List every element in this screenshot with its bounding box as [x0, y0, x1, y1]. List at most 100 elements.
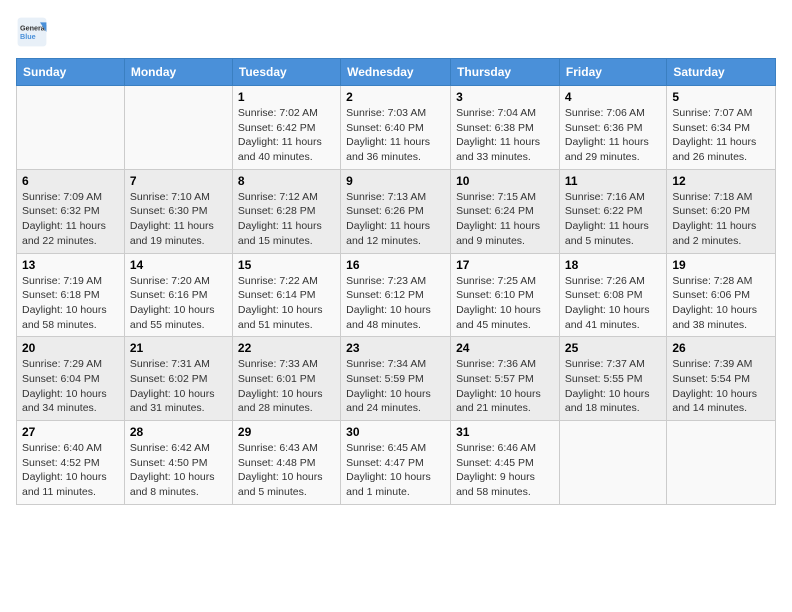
day-number: 11 [565, 174, 661, 188]
day-info: Sunrise: 7:09 AM Sunset: 6:32 PM Dayligh… [22, 190, 119, 249]
day-number: 6 [22, 174, 119, 188]
weekday-header: Thursday [451, 59, 560, 86]
calendar-cell: 24 Sunrise: 7:36 AM Sunset: 5:57 PM Dayli… [451, 337, 560, 421]
day-number: 19 [672, 258, 770, 272]
day-number: 28 [130, 425, 227, 439]
day-info: Sunrise: 6:45 AM Sunset: 4:47 PM Dayligh… [346, 441, 445, 500]
day-number: 12 [672, 174, 770, 188]
calendar-cell: 10 Sunrise: 7:15 AM Sunset: 6:24 PM Dayli… [451, 169, 560, 253]
day-number: 27 [22, 425, 119, 439]
calendar-cell: 26 Sunrise: 7:39 AM Sunset: 5:54 PM Dayli… [667, 337, 776, 421]
day-number: 13 [22, 258, 119, 272]
day-info: Sunrise: 7:26 AM Sunset: 6:08 PM Dayligh… [565, 274, 661, 333]
weekday-header: Tuesday [232, 59, 340, 86]
calendar-cell: 21 Sunrise: 7:31 AM Sunset: 6:02 PM Dayli… [124, 337, 232, 421]
day-number: 18 [565, 258, 661, 272]
calendar-cell: 18 Sunrise: 7:26 AM Sunset: 6:08 PM Dayli… [559, 253, 666, 337]
calendar-cell: 15 Sunrise: 7:22 AM Sunset: 6:14 PM Dayli… [232, 253, 340, 337]
calendar-week-row: 6 Sunrise: 7:09 AM Sunset: 6:32 PM Daylig… [17, 169, 776, 253]
calendar-week-row: 27 Sunrise: 6:40 AM Sunset: 4:52 PM Dayli… [17, 421, 776, 505]
day-info: Sunrise: 7:04 AM Sunset: 6:38 PM Dayligh… [456, 106, 554, 165]
day-info: Sunrise: 7:02 AM Sunset: 6:42 PM Dayligh… [238, 106, 335, 165]
calendar-week-row: 1 Sunrise: 7:02 AM Sunset: 6:42 PM Daylig… [17, 86, 776, 170]
calendar-cell: 29 Sunrise: 6:43 AM Sunset: 4:48 PM Dayli… [232, 421, 340, 505]
calendar-cell: 28Sunrise: 6:42 AM Sunset: 4:50 PM Dayli… [124, 421, 232, 505]
day-number: 25 [565, 341, 661, 355]
calendar-cell: 27 Sunrise: 6:40 AM Sunset: 4:52 PM Dayli… [17, 421, 125, 505]
calendar-cell: 19 Sunrise: 7:28 AM Sunset: 6:06 PM Dayli… [667, 253, 776, 337]
day-info: Sunrise: 7:33 AM Sunset: 6:01 PM Dayligh… [238, 357, 335, 416]
day-number: 26 [672, 341, 770, 355]
calendar-cell: 8 Sunrise: 7:12 AM Sunset: 6:28 PM Daylig… [232, 169, 340, 253]
calendar-cell: 14 Sunrise: 7:20 AM Sunset: 6:16 PM Dayli… [124, 253, 232, 337]
calendar-body: 1 Sunrise: 7:02 AM Sunset: 6:42 PM Daylig… [17, 86, 776, 505]
day-number: 16 [346, 258, 445, 272]
calendar-cell [17, 86, 125, 170]
day-info: Sunrise: 7:03 AM Sunset: 6:40 PM Dayligh… [346, 106, 445, 165]
day-info: Sunrise: 7:22 AM Sunset: 6:14 PM Dayligh… [238, 274, 335, 333]
day-info: Sunrise: 6:40 AM Sunset: 4:52 PM Dayligh… [22, 441, 119, 500]
calendar-cell: 4 Sunrise: 7:06 AM Sunset: 6:36 PM Daylig… [559, 86, 666, 170]
day-number: 15 [238, 258, 335, 272]
day-number: 5 [672, 90, 770, 104]
page-header: General Blue [16, 16, 776, 48]
day-info: Sunrise: 7:16 AM Sunset: 6:22 PM Dayligh… [565, 190, 661, 249]
calendar-cell: 13 Sunrise: 7:19 AM Sunset: 6:18 PM Dayli… [17, 253, 125, 337]
day-info: Sunrise: 7:12 AM Sunset: 6:28 PM Dayligh… [238, 190, 335, 249]
calendar-cell: 3Sunrise: 7:04 AM Sunset: 6:38 PM Daylig… [451, 86, 560, 170]
calendar-cell: 6 Sunrise: 7:09 AM Sunset: 6:32 PM Daylig… [17, 169, 125, 253]
calendar-cell: 23 Sunrise: 7:34 AM Sunset: 5:59 PM Dayli… [341, 337, 451, 421]
day-number: 4 [565, 90, 661, 104]
day-info: Sunrise: 7:39 AM Sunset: 5:54 PM Dayligh… [672, 357, 770, 416]
calendar-cell: 12 Sunrise: 7:18 AM Sunset: 6:20 PM Dayli… [667, 169, 776, 253]
day-info: Sunrise: 7:13 AM Sunset: 6:26 PM Dayligh… [346, 190, 445, 249]
day-number: 17 [456, 258, 554, 272]
day-number: 23 [346, 341, 445, 355]
day-number: 24 [456, 341, 554, 355]
calendar-cell: 20Sunrise: 7:29 AM Sunset: 6:04 PM Dayli… [17, 337, 125, 421]
day-info: Sunrise: 7:19 AM Sunset: 6:18 PM Dayligh… [22, 274, 119, 333]
calendar-cell [667, 421, 776, 505]
day-number: 7 [130, 174, 227, 188]
day-info: Sunrise: 7:15 AM Sunset: 6:24 PM Dayligh… [456, 190, 554, 249]
day-number: 9 [346, 174, 445, 188]
calendar-cell: 22 Sunrise: 7:33 AM Sunset: 6:01 PM Dayli… [232, 337, 340, 421]
calendar-cell: 17 Sunrise: 7:25 AM Sunset: 6:10 PM Dayli… [451, 253, 560, 337]
day-info: Sunrise: 7:31 AM Sunset: 6:02 PM Dayligh… [130, 357, 227, 416]
calendar-cell: 31Sunrise: 6:46 AM Sunset: 4:45 PM Dayli… [451, 421, 560, 505]
day-info: Sunrise: 7:18 AM Sunset: 6:20 PM Dayligh… [672, 190, 770, 249]
day-info: Sunrise: 7:34 AM Sunset: 5:59 PM Dayligh… [346, 357, 445, 416]
day-info: Sunrise: 7:20 AM Sunset: 6:16 PM Dayligh… [130, 274, 227, 333]
day-number: 21 [130, 341, 227, 355]
day-info: Sunrise: 7:28 AM Sunset: 6:06 PM Dayligh… [672, 274, 770, 333]
day-info: Sunrise: 7:37 AM Sunset: 5:55 PM Dayligh… [565, 357, 661, 416]
weekday-header: Saturday [667, 59, 776, 86]
day-number: 2 [346, 90, 445, 104]
day-info: Sunrise: 6:46 AM Sunset: 4:45 PM Dayligh… [456, 441, 554, 500]
day-number: 22 [238, 341, 335, 355]
calendar-cell: 7Sunrise: 7:10 AM Sunset: 6:30 PM Daylig… [124, 169, 232, 253]
calendar-cell: 2 Sunrise: 7:03 AM Sunset: 6:40 PM Daylig… [341, 86, 451, 170]
weekday-header: Monday [124, 59, 232, 86]
day-number: 8 [238, 174, 335, 188]
calendar-cell [559, 421, 666, 505]
day-number: 1 [238, 90, 335, 104]
calendar-cell [124, 86, 232, 170]
day-number: 14 [130, 258, 227, 272]
weekday-header: Wednesday [341, 59, 451, 86]
weekday-row: SundayMondayTuesdayWednesdayThursdayFrid… [17, 59, 776, 86]
day-number: 10 [456, 174, 554, 188]
calendar-header: SundayMondayTuesdayWednesdayThursdayFrid… [17, 59, 776, 86]
day-info: Sunrise: 7:36 AM Sunset: 5:57 PM Dayligh… [456, 357, 554, 416]
day-info: Sunrise: 7:23 AM Sunset: 6:12 PM Dayligh… [346, 274, 445, 333]
logo: General Blue [16, 16, 52, 48]
weekday-header: Sunday [17, 59, 125, 86]
calendar-table: SundayMondayTuesdayWednesdayThursdayFrid… [16, 58, 776, 505]
day-info: Sunrise: 6:43 AM Sunset: 4:48 PM Dayligh… [238, 441, 335, 500]
svg-text:Blue: Blue [20, 32, 36, 41]
day-number: 29 [238, 425, 335, 439]
logo-icon: General Blue [16, 16, 48, 48]
day-info: Sunrise: 7:06 AM Sunset: 6:36 PM Dayligh… [565, 106, 661, 165]
day-info: Sunrise: 7:07 AM Sunset: 6:34 PM Dayligh… [672, 106, 770, 165]
day-info: Sunrise: 7:25 AM Sunset: 6:10 PM Dayligh… [456, 274, 554, 333]
